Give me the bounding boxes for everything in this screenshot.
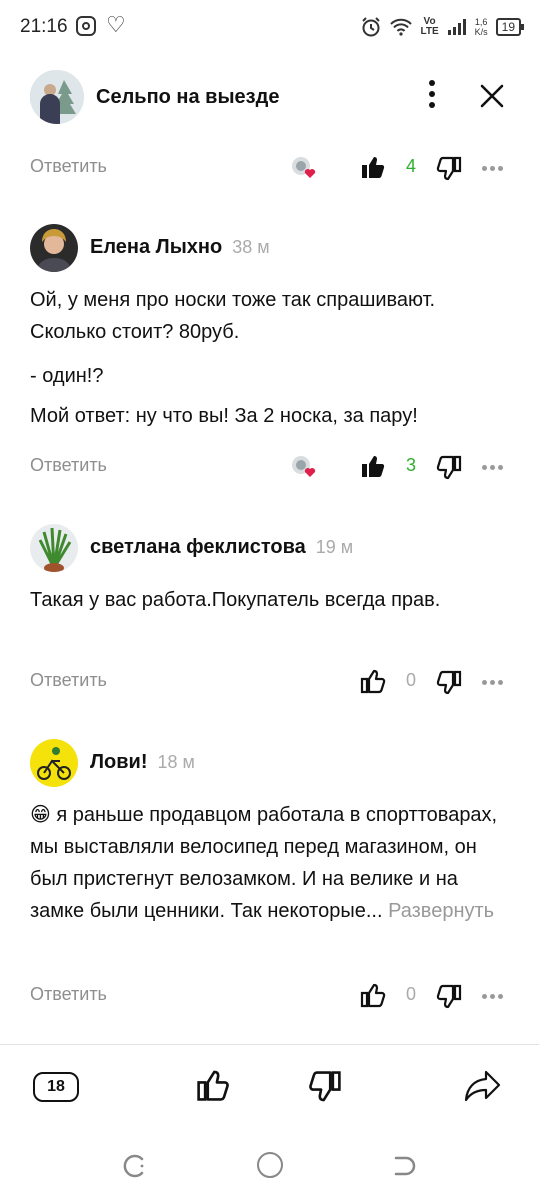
volte-bottom: LTE (420, 26, 439, 37)
bottom-action-bar: 18 (0, 1060, 539, 1120)
comments-icon[interactable]: 18 (33, 1072, 79, 1102)
thumbs-down-icon[interactable] (436, 670, 462, 696)
signal-icon (447, 19, 466, 35)
back-icon[interactable] (392, 1154, 416, 1178)
thumbs-up-icon[interactable] (196, 1068, 230, 1102)
share-icon[interactable] (464, 1068, 502, 1104)
thumbs-up-icon[interactable] (360, 453, 386, 479)
status-time: 21:16 (20, 16, 68, 37)
comment-text: Такая у вас работа.Покупатель всегда пра… (30, 584, 510, 628)
thumbs-up-icon[interactable] (360, 668, 386, 694)
comment-author[interactable]: Лови! 18 м (90, 751, 195, 774)
comment-header: светлана феклистова 19 м (0, 524, 539, 574)
comment: Лови! 18 м 😁 я раньше продавцом работала … (0, 739, 539, 979)
page-title[interactable]: Сельпо на выезде (96, 86, 279, 109)
comment-text: 😁 я раньше продавцом работала в спорттов… (30, 799, 510, 939)
avatar[interactable] (30, 524, 78, 572)
network-speed: 1,6 K/s (475, 17, 488, 37)
avatar[interactable] (30, 224, 78, 272)
comment-paragraph: - один!? (30, 365, 104, 387)
comment-paragraph: Такая у вас работа.Покупатель всегда пра… (30, 589, 441, 611)
alarm-icon (362, 17, 381, 37)
more-dots-icon[interactable] (482, 680, 510, 686)
reactions-icon[interactable] (290, 154, 318, 182)
network-speed-unit: K/s (474, 27, 488, 37)
health-icon: ♡ (106, 12, 126, 37)
reactions-icon[interactable] (290, 453, 318, 481)
close-icon[interactable] (478, 82, 506, 110)
status-indicators: Vo LTE 1,6 K/s 19 (360, 14, 525, 40)
more-dots-icon[interactable] (482, 994, 510, 1000)
comment: Елена Лыхно 38 м Ой, у меня про носки тож… (0, 224, 539, 484)
author-name[interactable]: светлана феклистова (90, 536, 306, 558)
comment-actions: Ответить 3 (0, 447, 539, 487)
more-dots-icon[interactable] (482, 166, 510, 172)
volte-indicator: Vo LTE (420, 17, 438, 37)
kebab-menu-icon[interactable] (422, 80, 442, 114)
comment-author[interactable]: светлана феклистова 19 м (90, 536, 353, 559)
avatar[interactable] (30, 739, 78, 787)
expand-link[interactable]: Развернуть (388, 900, 494, 922)
comment-actions: Ответить 4 (0, 148, 539, 188)
comment-header: Елена Лыхно 38 м (0, 224, 539, 274)
reply-button[interactable]: Ответить (30, 984, 107, 1005)
author-name[interactable]: Елена Лыхно (90, 236, 222, 258)
comment-time: 18 м (157, 752, 195, 772)
thumbs-down-icon[interactable] (436, 455, 462, 481)
comment-author[interactable]: Елена Лыхно 38 м (90, 236, 270, 259)
more-dots-icon[interactable] (482, 465, 510, 471)
wifi-icon (390, 18, 413, 36)
comment-actions: Ответить 0 (0, 662, 539, 702)
home-icon[interactable] (257, 1152, 283, 1178)
comment-paragraph: Мой ответ: ну что вы! За 2 носка, за пар… (30, 405, 418, 427)
divider (0, 1044, 539, 1045)
comment-text: Ой, у меня про носки тоже так спрашивают… (30, 284, 510, 444)
like-count: 4 (405, 156, 416, 176)
instagram-icon (76, 16, 96, 36)
like-count: 0 (405, 670, 416, 690)
comment-actions: Ответить 0 (0, 976, 539, 1016)
comment-time: 38 м (232, 237, 270, 257)
like-count: 0 (405, 984, 416, 1004)
battery-icon: 19 (495, 18, 525, 36)
comment-header: Лови! 18 м (0, 739, 539, 789)
comment: светлана феклистова 19 м Такая у вас рабо… (0, 524, 539, 664)
comment-paragraph: Ой, у меня про носки тоже так спрашивают… (30, 289, 436, 343)
thumbs-down-icon[interactable] (308, 1070, 342, 1104)
channel-avatar[interactable] (30, 70, 84, 124)
thumbs-up-icon[interactable] (360, 982, 386, 1008)
reply-button[interactable]: Ответить (30, 455, 107, 476)
like-count: 3 (405, 455, 416, 475)
system-nav-bar (0, 1140, 539, 1190)
post-header: Сельпо на выезде (0, 66, 539, 128)
grin-emoji: 😁 (30, 804, 51, 826)
comment-paragraph: 😁 я раньше продавцом работала в спорттов… (30, 799, 510, 927)
thumbs-down-icon[interactable] (436, 984, 462, 1010)
recent-apps-icon[interactable] (122, 1154, 146, 1178)
thumbs-down-icon[interactable] (436, 156, 462, 182)
reply-button[interactable]: Ответить (30, 156, 107, 177)
comment-time: 19 м (315, 537, 354, 557)
status-bar: 21:16 ♡ Vo LTE 1,6 K/s 19 (0, 0, 539, 56)
network-speed-value: 1,6 (474, 17, 488, 27)
author-name[interactable]: Лови! (90, 751, 148, 773)
reply-button[interactable]: Ответить (30, 670, 107, 691)
thumbs-up-icon[interactable] (360, 154, 386, 180)
